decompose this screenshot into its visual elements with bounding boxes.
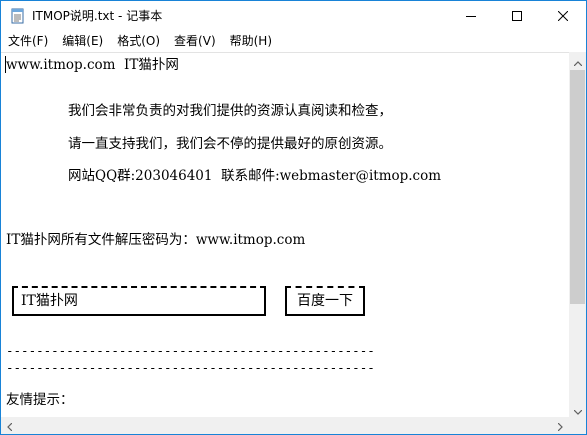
notepad-icon (10, 8, 26, 24)
menu-edit[interactable]: 编辑(E) (55, 31, 110, 51)
vertical-scroll-thumb[interactable] (570, 70, 585, 304)
scroll-left-arrow[interactable] (1, 417, 18, 434)
menu-bar: 文件(F) 编辑(E) 格式(O) 查看(V) 帮助(H) (1, 31, 586, 51)
dash-line-2: ----------------------------------------… (6, 360, 375, 375)
notepad-window: ITMOP说明.txt - 记事本 文件(F) 编辑(E) 格式(O) 查看(V… (0, 0, 587, 435)
maximize-icon (512, 11, 522, 21)
dash-line-1: ----------------------------------------… (6, 343, 375, 358)
menu-file[interactable]: 文件(F) (1, 31, 55, 51)
scrollbar-corner (569, 417, 586, 434)
text-line-1: www.itmop.com IT猫扑网 (6, 57, 179, 73)
vertical-scrollbar[interactable] (569, 52, 586, 418)
minimize-button[interactable] (448, 1, 494, 31)
text-line-4: 网站QQ群:203046401 联系邮件:webmaster@itmop.com (68, 168, 442, 184)
horizontal-scrollbar[interactable] (1, 417, 569, 434)
close-button[interactable] (540, 1, 586, 31)
scroll-down-arrow[interactable] (569, 401, 586, 418)
text-line-2: 我们会非常负责的对我们提供的资源认真阅读和检查， (68, 103, 392, 119)
text-search-button: 百度一下 (285, 286, 365, 316)
maximize-button[interactable] (494, 1, 540, 31)
scroll-up-arrow[interactable] (569, 52, 586, 69)
title-bar[interactable]: ITMOP说明.txt - 记事本 (1, 1, 586, 31)
text-line-3: 请一直支持我们，我们会不停的提供最好的原创资源。 (68, 136, 392, 152)
text-line-5: IT猫扑网所有文件解压密码为：www.itmop.com (6, 232, 306, 248)
menu-help[interactable]: 帮助(H) (223, 31, 279, 51)
chevron-left-icon (7, 416, 13, 434)
chevron-up-icon (573, 51, 582, 70)
menu-view[interactable]: 查看(V) (167, 31, 223, 51)
text-editor-area[interactable]: www.itmop.com IT猫扑网 我们会非常负责的对我们提供的资源认真阅读… (1, 52, 569, 419)
close-icon (558, 11, 568, 21)
minimize-icon (466, 11, 476, 21)
text-search-box: IT猫扑网 (12, 286, 266, 316)
menu-format[interactable]: 格式(O) (110, 31, 167, 51)
text-line-6: 友情提示： (6, 392, 74, 408)
chevron-right-icon (557, 416, 563, 434)
window-title: ITMOP说明.txt - 记事本 (32, 9, 163, 23)
scroll-right-arrow[interactable] (552, 417, 569, 434)
